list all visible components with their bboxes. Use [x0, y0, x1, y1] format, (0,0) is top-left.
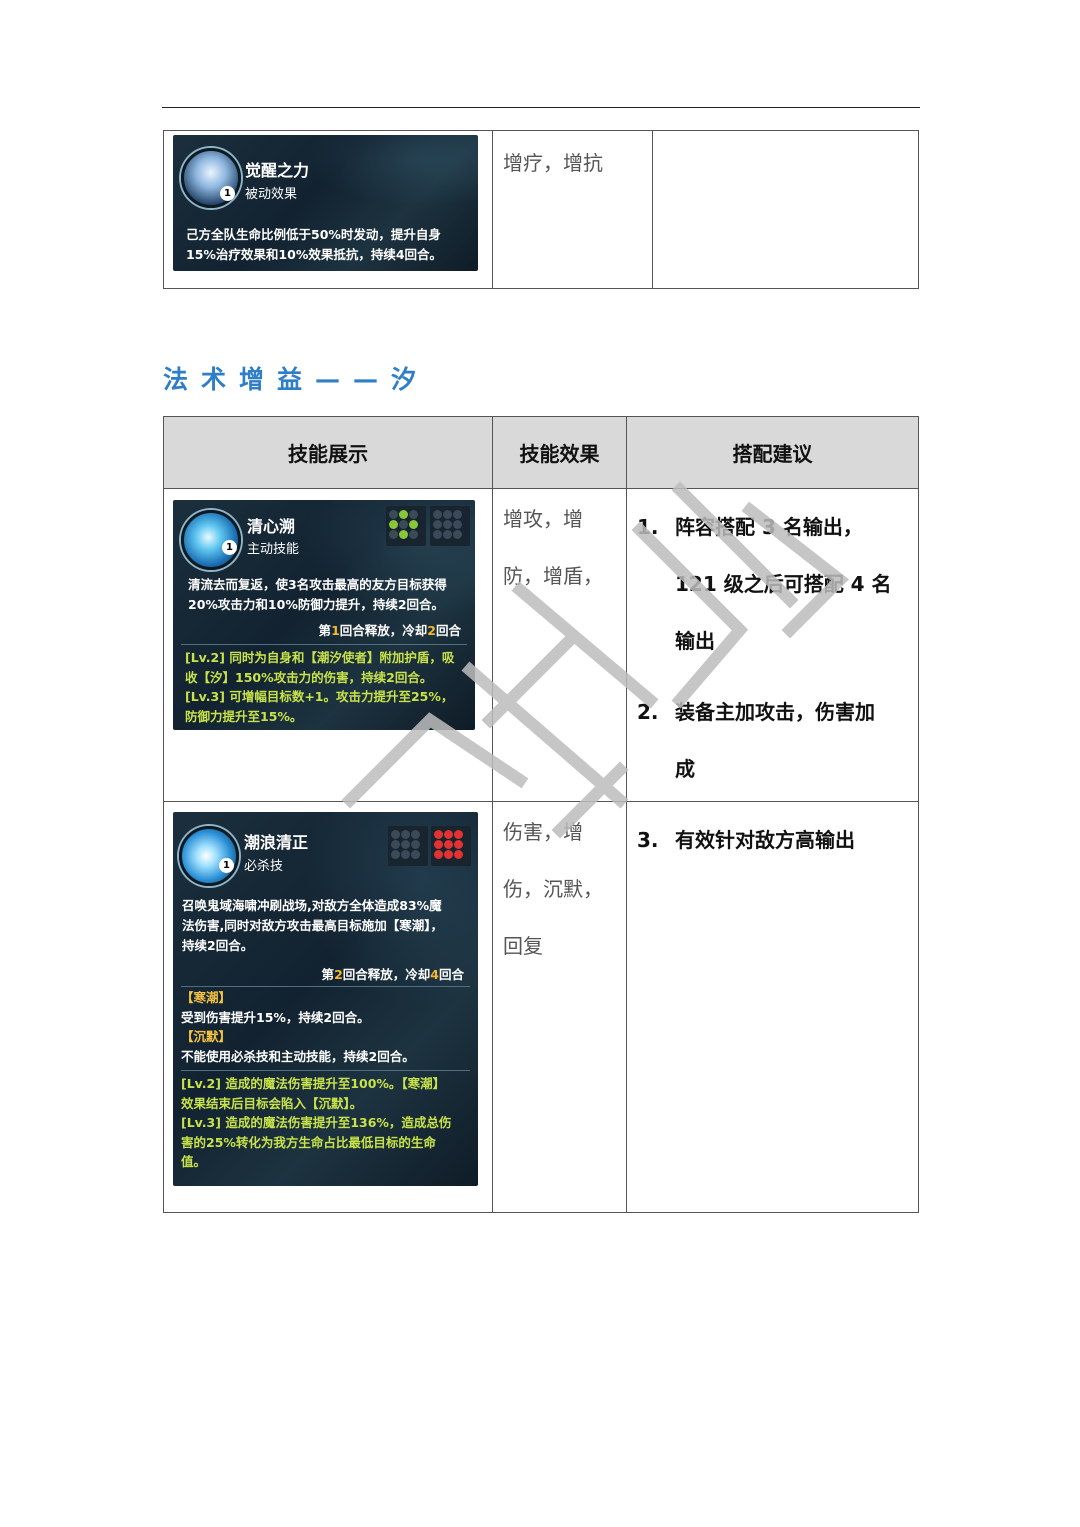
skill-effect-cell: 增疗，增抗 — [492, 130, 653, 289]
target-hex-grid-friendly — [389, 510, 418, 539]
divider — [181, 1070, 470, 1071]
section-title: 法术增益——汐 — [163, 365, 430, 394]
skill-effect-text: 增疗，增抗 — [503, 151, 603, 175]
suggestion-item: 3. 有效针对敌方高输出 — [637, 828, 855, 852]
skill-description: 己方全队生命比例低于50%时发动，提升自身 15%治疗效果和10%效果抵抗，持续… — [186, 227, 443, 262]
skill-type: 被动效果 — [245, 187, 298, 202]
divider — [181, 986, 470, 987]
suggestion-item: 1. 阵容搭配 3 名输出， 121 级之后可搭配 4 名 输出 — [637, 515, 892, 653]
cooldown-info: 第2回合释放，冷却4回合 — [321, 967, 464, 982]
skill-display-cell: 1 觉醒之力 被动效果 己方全队生命比例低于50%时发动，提升自身 15%治疗效… — [163, 130, 493, 289]
skill-level-badge: 1 — [220, 186, 235, 201]
skill-display-cell: 1 潮浪清正 必杀技 召唤鬼域海啸冲刷战场,对敌方全体造成83%魔 法伤害,同时… — [163, 801, 493, 1213]
skill-table-continued: 1 觉醒之力 被动效果 己方全队生命比例低于50%时发动，提升自身 15%治疗效… — [163, 130, 919, 289]
skill-effect-cell: 伤害，增 伤，沉默， 回复 — [492, 801, 627, 1213]
target-hex-grid-enemy — [434, 830, 463, 859]
skill-name: 清心溯 — [247, 517, 296, 536]
skill-type: 必杀技 — [244, 859, 284, 874]
divider — [181, 644, 467, 645]
skill-effect-cell: 增攻，增 防，增盾， — [492, 488, 627, 802]
suggestion-cell: 3. 有效针对敌方高输出 — [626, 801, 919, 1213]
suggestion-list: 3. 有效针对敌方高输出 — [627, 802, 918, 869]
skill-level-badge: 1 — [219, 858, 234, 873]
suggestion-cell: 1. 阵容搭配 3 名输出， 121 级之后可搭配 4 名 输出 2. 装备主加… — [626, 488, 919, 802]
header-skill-effect: 技能效果 — [492, 416, 627, 489]
wave-skill-icon — [179, 826, 239, 886]
skill-card-chaolangqingzheng: 1 潮浪清正 必杀技 召唤鬼域海啸冲刷战场,对敌方全体造成83%魔 法伤害,同时… — [173, 812, 478, 1186]
skill-effect-text: 增攻，增 防，增盾， — [503, 507, 603, 588]
header-suggestion: 搭配建议 — [626, 416, 919, 489]
skill-description: 清流去而复返，使3名攻击最高的友方目标获得 20%攻击力和10%防御力提升，持续… — [188, 577, 447, 612]
skill-display-cell: 1 清心溯 主动技能 清流去而复返，使3名攻击最高的友方目标获得 20%攻击力和… — [163, 488, 493, 802]
level-upgrades: [Lv.2] 造成的魔法伤害提升至100%。【寒潮】 效果结束后目标会陷入【沉默… — [181, 1076, 452, 1169]
skill-level-badge: 1 — [222, 540, 237, 555]
top-rule — [162, 107, 920, 108]
skill-name: 觉醒之力 — [245, 161, 310, 180]
suggestion-item: 2. 装备主加攻击，伤害加 成 — [637, 700, 875, 781]
suggestion-list: 1. 阵容搭配 3 名输出， 121 级之后可搭配 4 名 输出 2. 装备主加… — [627, 489, 918, 798]
skill-name: 潮浪清正 — [244, 833, 309, 852]
skill-card-awakening: 1 觉醒之力 被动效果 己方全队生命比例低于50%时发动，提升自身 15%治疗效… — [173, 135, 478, 271]
header-skill-display: 技能展示 — [163, 416, 493, 489]
target-hex-grid-enemy — [433, 510, 462, 539]
skill-type: 主动技能 — [247, 542, 300, 557]
skill-table-xi: 技能展示 技能效果 搭配建议 1 清心溯 主动技能 清流去而复返，使3名攻击最高… — [163, 416, 919, 1213]
target-hex-grid-friendly — [391, 830, 420, 859]
skill-card-qingxinsu: 1 清心溯 主动技能 清流去而复返，使3名攻击最高的友方目标获得 20%攻击力和… — [173, 500, 475, 730]
level-upgrades: [Lv.2] 同时为自身和【潮汐使者】附加护盾，吸 收【汐】150%攻击力的伤害… — [185, 650, 455, 724]
status-effects: 【寒潮】 受到伤害提升15%，持续2回合。 【沉默】 不能使用必杀技和主动技能，… — [181, 990, 415, 1064]
skill-description: 召唤鬼域海啸冲刷战场,对敌方全体造成83%魔 法伤害,同时对敌方攻击最高目标施加… — [182, 898, 443, 953]
skill-effect-text: 伤害，增 伤，沉默， 回复 — [503, 820, 603, 958]
cooldown-info: 第1回合释放，冷却2回合 — [318, 623, 461, 638]
suggestion-cell — [652, 130, 919, 289]
